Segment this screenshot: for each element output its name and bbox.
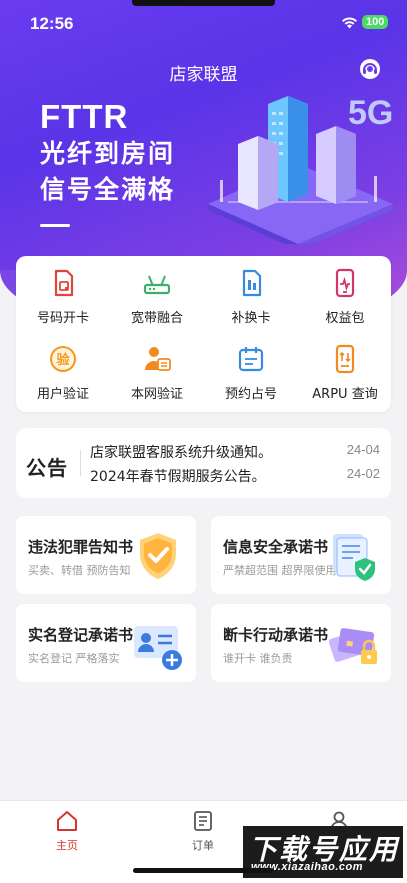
city-5g-illustration: 5G	[208, 94, 393, 244]
card-title: 实名登记承诺书	[28, 626, 134, 644]
tab-orders[interactable]: 订单	[173, 809, 233, 853]
banner-divider	[40, 224, 70, 227]
menu-item-open-card[interactable]: 号码开卡	[16, 268, 110, 326]
menu-item-reserve-number[interactable]: 预约占号	[204, 344, 298, 402]
device-notch	[132, 0, 275, 6]
sim-card-icon	[54, 269, 74, 297]
menu-item-user-verify[interactable]: 验 用户验证	[16, 344, 110, 402]
menu-item-label: 预约占号	[224, 387, 277, 402]
card-real-name[interactable]: 实名登记承诺书 实名登记 严格落实	[16, 604, 196, 682]
battery-indicator: 100	[362, 15, 389, 29]
menu-item-label: 权益包	[325, 311, 365, 326]
order-icon	[194, 811, 212, 831]
card-subtitle: 谁开卡 谁负责	[223, 652, 293, 665]
menu-item-replace-card[interactable]: 补换卡	[204, 268, 298, 326]
user-id-icon	[145, 347, 171, 371]
card-break-card-action[interactable]: 断卡行动承诺书 谁开卡 谁负责	[211, 604, 391, 682]
verify-badge-icon: 验	[50, 346, 76, 372]
sim-swap-icon	[242, 269, 262, 297]
announcement-item[interactable]: 店家联盟客服系统升级通知。 24-04	[90, 442, 380, 462]
card-subtitle: 实名登记 严格落实	[28, 652, 120, 665]
announcement-date: 24-04	[346, 442, 380, 457]
card-crime-notice[interactable]: 违法犯罪告知书 买卖、转借 预防告知	[16, 516, 196, 594]
menu-item-network-verify[interactable]: 本网验证	[110, 344, 204, 402]
status-time: 12:56	[30, 14, 74, 33]
banner-line-2: 光纤到房间	[40, 139, 176, 168]
menu-item-label: 宽带融合	[130, 311, 183, 326]
menu-item-label: 号码开卡	[36, 311, 89, 326]
arpu-phone-icon	[335, 344, 355, 374]
menu-item-arpu-query[interactable]: ARPU 查询	[298, 344, 392, 402]
banner-5g-text: 5G	[348, 94, 393, 132]
tab-label: 订单	[192, 839, 214, 852]
id-card-add-icon	[134, 626, 182, 670]
announcement-title: 店家联盟客服系统升级通知。	[90, 445, 272, 461]
wifi-icon	[342, 17, 357, 29]
customer-service-icon[interactable]	[358, 57, 382, 81]
promo-banner-text[interactable]: FTTR 光纤到房间 信号全满格	[40, 98, 175, 227]
card-title: 断卡行动承诺书	[223, 626, 329, 644]
banner-headline: FTTR	[40, 98, 129, 135]
status-bar: 12:56 100	[0, 0, 407, 44]
page-title: 店家联盟	[169, 65, 238, 85]
divider	[80, 450, 81, 476]
menu-item-broadband[interactable]: 宽带融合	[110, 268, 204, 326]
menu-item-benefits[interactable]: 权益包	[298, 268, 392, 326]
router-icon	[143, 275, 171, 295]
tab-home[interactable]: 主页	[37, 809, 97, 853]
announcement-title: 2024年春节假期服务公告。	[90, 469, 266, 485]
menu-item-label: 用户验证	[36, 387, 89, 402]
card-title: 违法犯罪告知书	[28, 538, 134, 556]
card-info-security[interactable]: 信息安全承诺书 严禁超范围 超界限使用	[211, 516, 391, 594]
menu-item-label: 补换卡	[231, 311, 271, 326]
announcement-tag: 公告	[26, 456, 68, 480]
tab-label: 主页	[56, 839, 78, 852]
card-subtitle: 严禁超范围 超界限使用	[223, 564, 337, 577]
announcement-date: 24-02	[346, 466, 380, 481]
card-lock-icon	[328, 628, 377, 664]
phone-benefit-icon	[335, 268, 355, 298]
calendar-icon	[238, 347, 264, 372]
svg-text:验: 验	[56, 352, 70, 368]
shield-icon	[140, 533, 176, 579]
card-subtitle: 买卖、转借 预防告知	[28, 564, 131, 577]
home-indicator	[133, 868, 273, 873]
banner-line-3: 信号全满格	[40, 175, 176, 204]
card-title: 信息安全承诺书	[223, 538, 329, 556]
menu-item-label: 本网验证	[130, 387, 183, 402]
announcement-item[interactable]: 2024年春节假期服务公告。 24-02	[90, 466, 380, 486]
menu-item-label: ARPU 查询	[312, 387, 378, 402]
announcement-panel: 公告 店家联盟客服系统升级通知。 24-04 2024年春节假期服务公告。 24…	[16, 428, 391, 498]
home-icon	[57, 811, 77, 831]
document-shield-icon	[333, 534, 375, 581]
quick-menu-card: 号码开卡 宽带融合 补换卡 权益包 验 用户验证 本网验证 预约占号 ARPU …	[16, 256, 391, 412]
